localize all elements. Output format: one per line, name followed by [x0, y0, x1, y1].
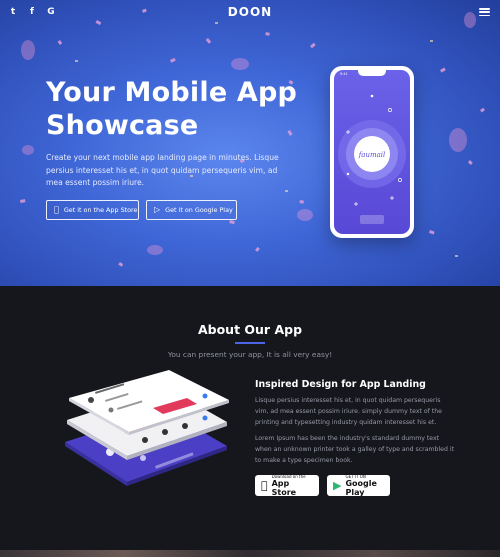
confetti-background [20, 8, 485, 267]
google-play-badge-big: Google Play [345, 479, 377, 497]
feature-title: Inspired Design for App Landing [255, 379, 426, 390]
hero-app-store-button[interactable]:  Get it on the App Store [46, 200, 139, 220]
about-title: About Our App [197, 322, 303, 337]
google-play-badge-text: GET IT ON Google Play [345, 474, 384, 497]
hero-title-line1: Your Mobile App [46, 77, 298, 108]
phone-mockup: 9:41 faumail [330, 66, 414, 238]
hero-title-line2: Showcase [46, 110, 199, 141]
top-navigation: t f G DOON [0, 0, 500, 24]
next-section-edge [0, 550, 500, 557]
app-store-badge-text: Download on the App Store [272, 474, 313, 497]
about-title-underline [235, 342, 265, 344]
phone-app-artwork: faumail [338, 94, 406, 224]
isometric-app-screens [65, 370, 229, 486]
app-store-badge-button[interactable]:  Download on the App Store [255, 474, 319, 497]
phone-screen: 9:41 faumail [334, 70, 410, 234]
brand-logo[interactable]: DOON [0, 5, 500, 19]
google-play-icon: ▶ [333, 479, 342, 492]
google-play-badge-button[interactable]: ▶ GET IT ON Google Play [327, 474, 390, 497]
hero-description: Create your next mobile app landing page… [46, 153, 279, 187]
hero-app-store-label: Get it on the App Store [59, 206, 138, 214]
feature-paragraph-1: Lisque persius interesset his et, in quo… [255, 397, 442, 427]
play-icon: ▷ [154, 205, 161, 214]
hero-google-play-label: Get it on Google Play [165, 206, 233, 214]
phone-app-name: faumail [358, 151, 386, 159]
hamburger-menu-icon[interactable] [479, 8, 490, 16]
hero-section: t f G DOON Your Mobile App Showcase Crea… [0, 0, 500, 286]
feature-paragraph-2: Lorem Ipsum has been the industry's stan… [255, 435, 455, 465]
hero-google-play-button[interactable]: ▷ Get it on Google Play [146, 200, 237, 220]
hero-title: Your Mobile App Showcase [46, 76, 306, 142]
app-store-badge-big: App Store [265, 479, 310, 497]
apple-icon:  [54, 206, 59, 214]
apple-icon:  [261, 480, 268, 491]
about-subtitle: You can present your app, It is all very… [167, 350, 333, 359]
